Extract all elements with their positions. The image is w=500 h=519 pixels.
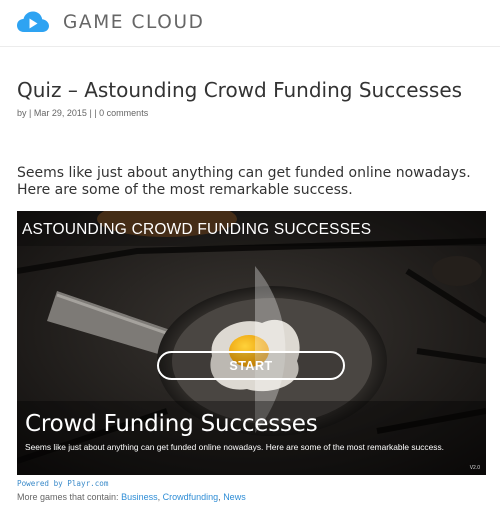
cloud-play-icon	[17, 11, 49, 32]
quiz-header-title: ASTOUNDING CROWD FUNDING SUCCESSES	[22, 221, 372, 238]
quiz-embed[interactable]: ASTOUNDING CROWD FUNDING SUCCESSES START…	[17, 211, 486, 475]
post-meta: by | Mar 29, 2015 | | 0 comments	[17, 108, 148, 118]
quiz-subtitle: Seems like just about anything can get f…	[25, 442, 444, 452]
version-label: V2.0	[469, 465, 480, 471]
site-logo[interactable]: GAME CLOUD	[16, 10, 204, 34]
meta-separator: |	[94, 108, 97, 118]
post-intro: Seems like just about anything can get f…	[17, 165, 471, 198]
post-date: Mar 29, 2015	[33, 108, 87, 118]
tag-link-news[interactable]: News	[223, 492, 246, 502]
powered-by-link[interactable]: Powered by Playr.com	[17, 479, 108, 488]
meta-separator: |	[29, 108, 32, 118]
more-games: More games that contain: Business, Crowd…	[17, 492, 246, 502]
site-header: GAME CLOUD	[0, 0, 500, 47]
more-games-label: More games that contain:	[17, 492, 119, 502]
quiz-title: Crowd Funding Successes	[25, 411, 318, 437]
site-name: GAME CLOUD	[63, 11, 205, 33]
post-meta-by: by	[17, 108, 27, 118]
comments-link[interactable]: 0 comments	[99, 108, 148, 118]
meta-separator: |	[89, 108, 92, 118]
tag-link-business[interactable]: Business	[121, 492, 158, 502]
start-button[interactable]: START	[157, 351, 345, 380]
post-title: Quiz – Astounding Crowd Funding Successe…	[17, 78, 463, 102]
tag-link-crowdfunding[interactable]: Crowdfunding	[163, 492, 219, 502]
